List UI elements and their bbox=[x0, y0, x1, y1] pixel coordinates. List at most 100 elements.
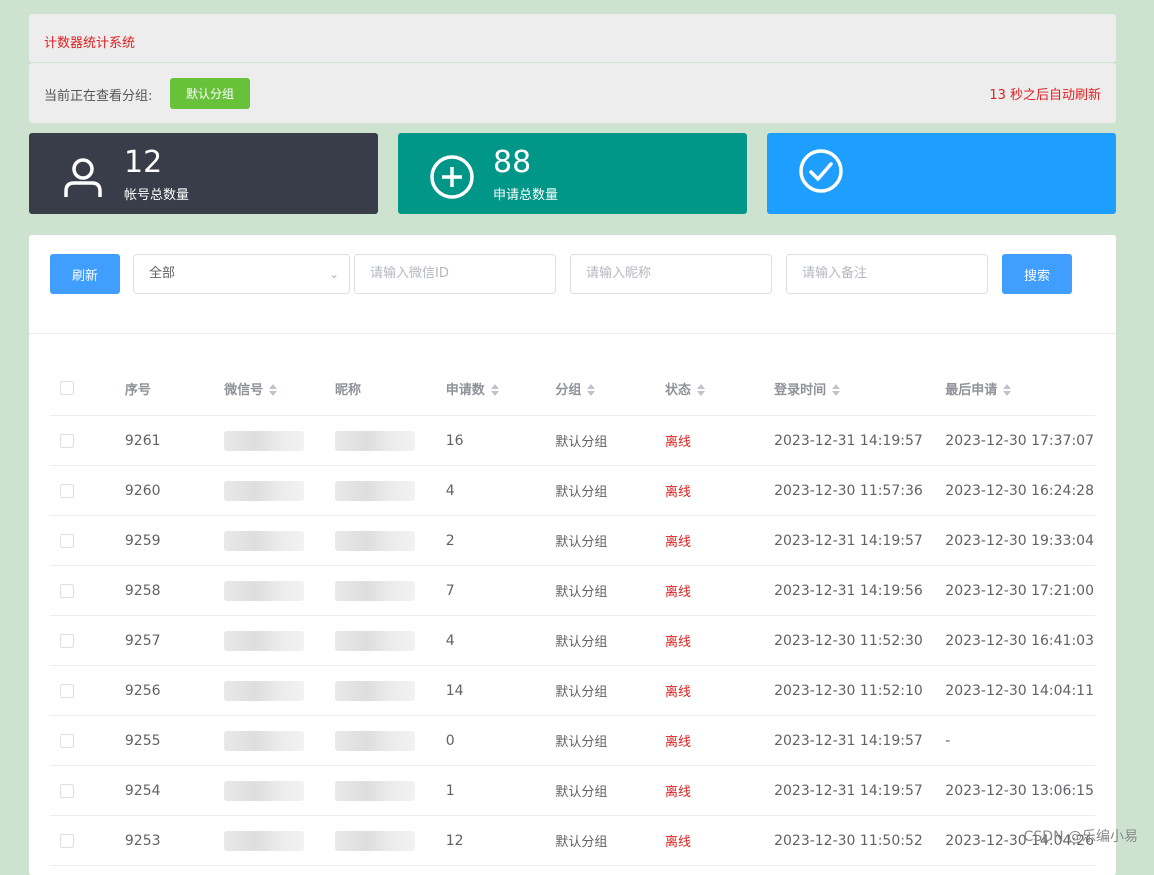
row-group: 默认分组 bbox=[554, 665, 664, 716]
row-last-apply: 2023-12-30 16:24:28 bbox=[944, 465, 1095, 516]
row-nickname-redacted bbox=[333, 765, 445, 816]
row-apply-count: 1 bbox=[444, 765, 555, 816]
refresh-countdown: 13 秒之后自动刷新 bbox=[989, 88, 1101, 103]
row-apply-count: 4 bbox=[444, 465, 555, 516]
row-checkbox-cell bbox=[50, 765, 124, 816]
table-row[interactable]: 9255 0 默认分组 离线 2023-12-31 14:19:57- bbox=[50, 715, 1095, 766]
row-checkbox-cell bbox=[50, 515, 124, 566]
redacted-nickname bbox=[334, 680, 415, 701]
watermark: CSDN @乐编小易 bbox=[1023, 829, 1138, 845]
sort-icon[interactable] bbox=[490, 383, 499, 397]
wxid-input[interactable]: 请输入微信ID bbox=[354, 254, 556, 294]
row-status: 离线 bbox=[663, 565, 774, 616]
row-no: 9258 bbox=[123, 565, 224, 616]
group-select[interactable]: 全部 ⌄ bbox=[133, 254, 350, 294]
row-last-apply: 2023-12-30 17:21:00 bbox=[944, 565, 1095, 616]
group-button[interactable]: 默认分组 bbox=[170, 78, 250, 109]
application-count: 88 bbox=[493, 145, 532, 180]
row-checkbox-cell bbox=[50, 415, 124, 466]
stat-card-accounts: 12 帐号总数量 bbox=[29, 133, 378, 214]
sort-icon[interactable] bbox=[697, 383, 705, 397]
nickname-input[interactable]: 请输入昵称 bbox=[570, 254, 772, 294]
row-wxid-redacted bbox=[223, 565, 334, 616]
row-login-time: 2023-12-31 14:19:57 bbox=[773, 515, 945, 566]
redacted-wxid bbox=[224, 630, 305, 651]
row-group: 默认分组 bbox=[554, 465, 664, 516]
row-apply-count: 12 bbox=[444, 815, 555, 866]
row-checkbox[interactable] bbox=[60, 433, 74, 448]
row-status: 离线 bbox=[663, 615, 774, 666]
plus-circle-icon bbox=[430, 155, 474, 199]
row-wxid-redacted bbox=[223, 465, 334, 516]
row-wxid-redacted bbox=[223, 815, 334, 866]
nickname-placeholder: 请输入昵称 bbox=[586, 266, 652, 281]
sort-icon[interactable] bbox=[587, 383, 596, 397]
redacted-nickname bbox=[334, 780, 415, 801]
row-group: 默认分组 bbox=[554, 765, 664, 816]
row-checkbox[interactable] bbox=[60, 483, 74, 498]
table-row[interactable]: 9257 4 默认分组 离线 2023-12-30 11:52:30 2023-12-30… bbox=[50, 615, 1095, 666]
group-bar: 当前正在查看分组: 默认分组 13 秒之后自动刷新 bbox=[29, 63, 1116, 123]
select-all-checkbox[interactable] bbox=[60, 381, 74, 395]
table-row[interactable]: 9261 16 默认分组 离线 2023-12-31 14:19:57 2023-12-3… bbox=[50, 415, 1095, 466]
row-wxid-redacted bbox=[223, 615, 334, 666]
table-row[interactable]: 9258 7 默认分组 离线 2023-12-31 14:19:56 2023-12-30… bbox=[50, 565, 1095, 616]
redacted-nickname bbox=[334, 830, 415, 851]
row-no: 9259 bbox=[123, 515, 224, 566]
sort-icon[interactable] bbox=[269, 383, 278, 397]
row-checkbox-cell bbox=[50, 465, 124, 516]
group-select-value: 全部 bbox=[149, 266, 176, 281]
redacted-nickname bbox=[334, 530, 415, 551]
row-group: 默认分组 bbox=[554, 515, 664, 566]
table-row[interactable]: 9253 12 默认分组 离线 2023-12-30 11:50:52 2023-12-3… bbox=[50, 815, 1095, 866]
row-checkbox[interactable] bbox=[60, 633, 74, 648]
row-checkbox[interactable] bbox=[60, 533, 74, 548]
refresh-button[interactable]: 刷新 bbox=[50, 254, 120, 294]
sort-icon[interactable] bbox=[832, 383, 841, 397]
search-button[interactable]: 搜索 bbox=[1002, 254, 1072, 294]
row-checkbox[interactable] bbox=[60, 583, 74, 598]
redacted-wxid bbox=[224, 530, 305, 551]
row-group: 默认分组 bbox=[554, 615, 664, 666]
row-nickname-redacted bbox=[333, 565, 445, 616]
row-no: 9255 bbox=[123, 715, 224, 766]
row-no: 9260 bbox=[123, 465, 224, 516]
table-header-row: 序号 微信号 昵称 申请数 分组 状态 登录时间 最后申请 bbox=[50, 361, 1095, 416]
col-header-wxid[interactable]: 微信号 bbox=[223, 361, 334, 416]
redacted-wxid bbox=[224, 430, 305, 451]
remark-input[interactable]: 请输入备注 bbox=[786, 254, 988, 294]
col-header-group[interactable]: 分组 bbox=[554, 361, 664, 416]
row-apply-count: 4 bbox=[444, 615, 555, 666]
row-login-time: 2023-12-31 14:19:57 bbox=[773, 415, 945, 466]
table-row[interactable]: 9259 2 默认分组 离线 2023-12-31 14:19:57 2023-12-30… bbox=[50, 515, 1095, 566]
table-row[interactable]: 9254 1 默认分组 离线 2023-12-31 14:19:57 2023-12-30… bbox=[50, 765, 1095, 816]
table-row[interactable]: 9256 14 默认分组 离线 2023-12-30 11:52:10 2023-12-3… bbox=[50, 665, 1095, 716]
row-status: 离线 bbox=[663, 415, 774, 466]
row-status: 离线 bbox=[663, 465, 774, 516]
row-nickname-redacted bbox=[333, 515, 445, 566]
row-checkbox-cell bbox=[50, 715, 124, 766]
row-checkbox[interactable] bbox=[60, 833, 74, 848]
col-header-nickname: 昵称 bbox=[333, 361, 445, 416]
col-header-count[interactable]: 申请数 bbox=[444, 361, 555, 416]
account-count-label: 帐号总数量 bbox=[124, 188, 190, 203]
row-checkbox[interactable] bbox=[60, 683, 74, 698]
current-group-label: 当前正在查看分组: bbox=[44, 89, 153, 104]
account-count: 12 bbox=[124, 145, 163, 180]
select-all-cell bbox=[50, 361, 124, 416]
row-wxid-redacted bbox=[223, 765, 334, 816]
redacted-wxid bbox=[224, 580, 305, 601]
sort-icon[interactable] bbox=[1003, 383, 1012, 397]
col-header-status[interactable]: 状态 bbox=[663, 361, 774, 416]
remark-placeholder: 请输入备注 bbox=[802, 266, 868, 281]
table-row[interactable]: 9260 4 默认分组 离线 2023-12-30 11:57:36 2023-12-30… bbox=[50, 465, 1095, 516]
row-checkbox[interactable] bbox=[60, 733, 74, 748]
row-checkbox-cell bbox=[50, 665, 124, 716]
row-last-apply: - bbox=[944, 715, 1095, 766]
col-header-login-time[interactable]: 登录时间 bbox=[773, 361, 945, 416]
row-nickname-redacted bbox=[333, 415, 445, 466]
row-checkbox[interactable] bbox=[60, 783, 74, 798]
col-header-last-apply[interactable]: 最后申请 bbox=[944, 361, 1095, 416]
row-last-apply: 2023-12-30 14:04:11 bbox=[944, 665, 1095, 716]
row-last-apply: 2023-12-30 19:33:04 bbox=[944, 515, 1095, 566]
